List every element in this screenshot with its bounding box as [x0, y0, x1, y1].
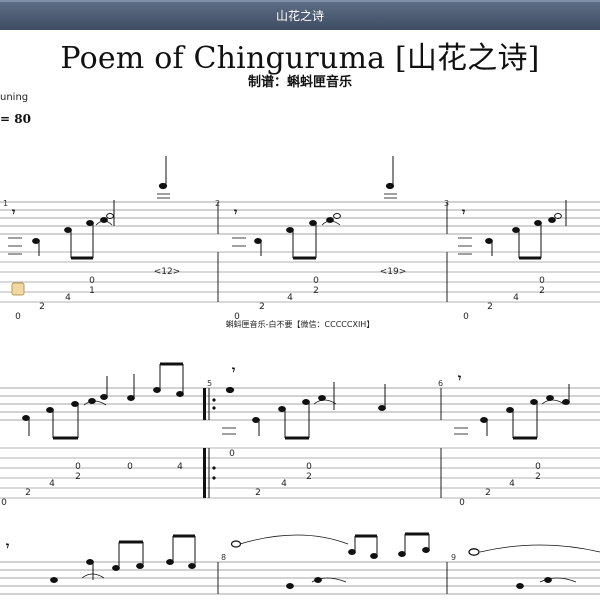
tempo-marking: = 80 [0, 112, 31, 126]
rest-m6: 𝄾 [457, 371, 462, 385]
rest-m3: 𝄾 [461, 205, 466, 219]
tab-m3-2: 4 [513, 293, 519, 303]
tab-m2-1: 2 [313, 286, 319, 296]
notes-measure-3 [458, 200, 567, 260]
notes-measure-1 [8, 156, 170, 260]
measure-number-6: 6 [438, 379, 443, 388]
tab-m2-3: 2 [259, 302, 265, 312]
repeat-marker-12: <12> [154, 267, 181, 277]
tab-m2-2: 4 [287, 293, 293, 303]
tab-m1-2: 4 [65, 293, 71, 303]
tuning-label: uning [0, 92, 29, 103]
tab-lines-system-2 [0, 447, 600, 499]
tab-m6-4: 0 [459, 498, 465, 508]
tab-m6-0: 0 [535, 462, 541, 472]
rest-m2: 𝄾 [233, 205, 238, 219]
tab-m3-0: 0 [539, 276, 545, 286]
tab-m6-3: 2 [485, 488, 491, 498]
notes-measure-4 [22, 362, 184, 440]
watermark-text: 蝌蚪匣音乐-白不要【微信：CCCCCXIH】 [225, 320, 375, 329]
tab-m4-3: 2 [25, 488, 31, 498]
window-title-bar: 山花之诗 [0, 0, 600, 30]
tab-m4-6: 4 [177, 462, 183, 472]
rest-m7: 𝄾 [5, 539, 10, 553]
tab-m4-1: 2 [75, 472, 81, 482]
rest-m5: 𝄾 [231, 363, 236, 377]
score-credit: 制谱：蝌蚪匣音乐 [247, 75, 352, 90]
title-bar-highlight [0, 0, 600, 2]
tab-m4-5: 0 [127, 462, 133, 472]
repeat-barline-system-2 [203, 388, 216, 498]
tab-m4-0: 0 [75, 462, 81, 472]
tab-m5-2: 4 [281, 479, 287, 489]
window-title: 山花之诗 [275, 8, 324, 23]
staff-lines-system-1 [0, 201, 600, 235]
notes-measure-7 [50, 534, 196, 583]
tab-m5-4: 0 [229, 449, 235, 459]
tab-m1-0: 0 [89, 276, 95, 286]
measure-number-3: 3 [444, 199, 449, 208]
tab-m3-3: 2 [487, 302, 493, 312]
tab-m5-1: 2 [306, 472, 312, 482]
measure-number-5: 5 [207, 379, 212, 388]
tab-m1-1: 1 [89, 286, 95, 296]
tab-m3-1: 2 [539, 286, 545, 296]
tab-m5-3: 2 [255, 488, 261, 498]
tab-m1-3: 2 [39, 302, 45, 312]
notes-measure-9 [468, 544, 600, 589]
notes-measure-8 [230, 532, 430, 589]
measure-number-9: 9 [451, 553, 456, 562]
notes-measure-2 [232, 156, 397, 260]
playback-cursor[interactable] [11, 282, 25, 296]
tab-m6-1: 2 [535, 472, 541, 482]
tab-m4-4: 0 [1, 498, 7, 508]
notes-measure-6 [454, 384, 570, 440]
measure-number-1: 1 [3, 199, 8, 208]
staff-lines-system-2 [0, 387, 600, 421]
measure-number-2: 2 [215, 199, 220, 208]
measure-number-8: 8 [221, 553, 226, 562]
tab-m2-0: 0 [313, 276, 319, 286]
staff-lines-system-3 [0, 561, 600, 595]
score-notation: 𝄾 𝄾 𝄾 1 2 3 <12> <19> 0 1 4 2 0 0 2 4 2 … [0, 156, 600, 595]
tab-m4-2: 4 [49, 479, 55, 489]
rest-m1: 𝄾 [11, 205, 16, 219]
repeat-marker-19: <19> [380, 267, 407, 277]
tab-m5-0: 0 [306, 462, 312, 472]
tab-m6-2: 4 [509, 479, 515, 489]
notes-measure-5 [222, 382, 386, 440]
